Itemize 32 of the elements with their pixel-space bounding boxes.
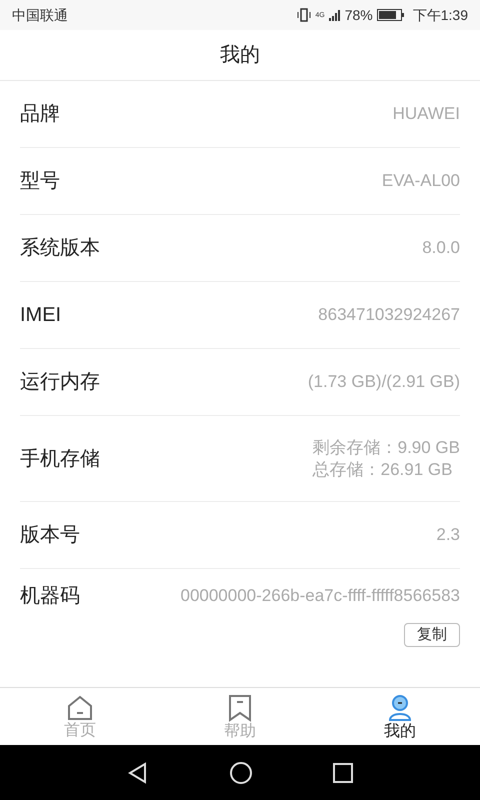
row-label: 型号 <box>20 169 60 194</box>
row-value: 863471032924267 <box>318 304 460 326</box>
carrier-name: 中国联通 <box>12 6 68 24</box>
recents-icon[interactable] <box>333 762 353 782</box>
row-value: 2.3 <box>436 524 460 546</box>
row-label: 运行内存 <box>20 370 100 395</box>
person-icon <box>386 694 414 722</box>
row-value: (1.73 GB)/(2.91 GB) <box>308 371 460 393</box>
tab[interactable]: 我的 <box>320 688 480 745</box>
row-label: 手机存储 <box>20 446 100 472</box>
battery-percent: 78% <box>344 6 373 24</box>
row-label: 机器码 <box>20 584 80 609</box>
row-label: IMEI <box>20 303 62 328</box>
house-icon <box>65 694 95 720</box>
row-value: 8.0.0 <box>422 237 460 259</box>
back-icon[interactable] <box>127 762 149 784</box>
row-value: EVA-AL00 <box>382 170 460 192</box>
signal-icon <box>328 9 341 21</box>
battery-icon <box>376 9 405 21</box>
vibrate-icon <box>297 8 312 22</box>
copy-button[interactable]: 复制 <box>404 623 460 647</box>
row-value: 00000000-266b-ea7c-ffff-fffff8566583 <box>180 585 460 607</box>
row-value: 剩余存储：9.90 GB <box>312 436 460 458</box>
row-label: 品牌 <box>20 102 60 127</box>
row-label: 系统版本 <box>20 236 100 261</box>
clock-time: 下午1:39 <box>412 6 468 24</box>
row-value: 总存储：26.91 GB <box>312 458 452 480</box>
page-title: 我的 <box>220 43 260 68</box>
home-icon[interactable] <box>229 760 253 784</box>
row-label: 版本号 <box>20 523 80 548</box>
row-value: HUAWEI <box>392 103 460 125</box>
bookmark-icon <box>227 694 253 722</box>
